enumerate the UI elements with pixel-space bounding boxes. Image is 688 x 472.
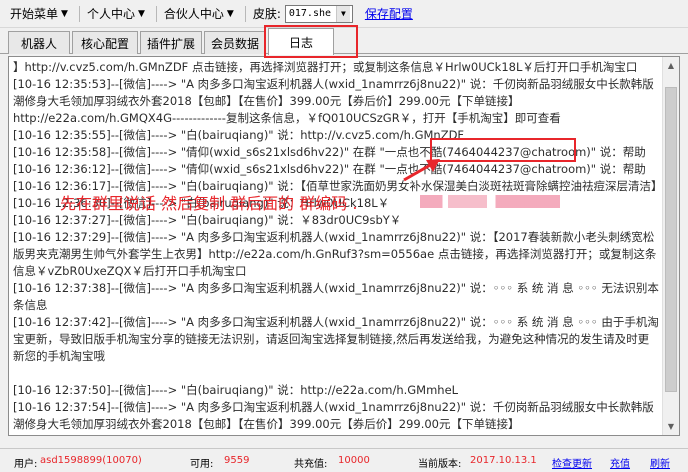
log-line: [10-16 12:37:50]--[微信]----> "白(bairuqian… — [13, 383, 459, 397]
menu-bar: 开始菜单 ▼ 个人中心 ▼ 合伙人中心 ▼ 皮肤: 017.she ▼ 保存配置 — [0, 0, 688, 28]
skin-label: 皮肤: — [252, 7, 281, 21]
chatroom-id-highlight-box — [430, 138, 576, 162]
save-config-link[interactable]: 保存配置 — [365, 5, 413, 22]
log-line: [10-16 12:37:27]--[微信]----> "白(bairuqian… — [13, 213, 402, 227]
redacted-blur — [420, 195, 560, 208]
tab-member-data[interactable]: 会员数据 — [204, 31, 266, 54]
log-line: [10-16 12:37:29]--[微信]----> "A 肉多多口淘宝返利机… — [13, 230, 657, 278]
annotation-arrow-icon — [403, 159, 440, 182]
start-menu-label: 开始菜单 — [10, 7, 59, 21]
available-value: 9559 — [224, 455, 250, 466]
partner-center-menu[interactable]: 合伙人中心 ▼ — [160, 3, 238, 25]
status-bar: 用户: asd1598899(10070) 可用: 9559 共充值: 1000… — [0, 448, 688, 472]
log-line: [10-16 12:37:42]--[微信]----> "A 肉多多口淘宝返利机… — [13, 315, 659, 363]
dropdown-arrow-icon[interactable]: ▼ — [335, 5, 350, 22]
log-line: [10-16 12:37:54]--[微信]----> "A 肉多多口淘宝返利机… — [13, 400, 654, 431]
log-line: [10-16 12:37:38]--[微信]----> "A 肉多多口淘宝返利机… — [13, 281, 659, 312]
available-label: 可用: — [190, 459, 214, 470]
log-line: http://e22a.com/h.GMQX4G-------------复制这… — [13, 111, 561, 125]
check-update-link[interactable]: 检查更新 — [552, 455, 592, 470]
log-line-blank — [13, 365, 659, 382]
skin-select[interactable]: 017.she ▼ — [284, 4, 353, 23]
tab-robot[interactable]: 机器人 — [8, 31, 70, 54]
caret-down-icon: ▼ — [226, 8, 234, 19]
vertical-scrollbar[interactable]: ▲ ▼ — [662, 57, 679, 435]
tab-plugins[interactable]: 插件扩展 — [140, 31, 202, 54]
user-value: asd1598899(10070) — [40, 455, 142, 466]
version-value: 2017.10.13.1 — [470, 455, 537, 466]
user-label: 用户: — [14, 459, 38, 470]
recharge-link[interactable]: 充值 — [610, 455, 630, 470]
scroll-down-icon[interactable]: ▼ — [663, 418, 679, 435]
caret-down-icon: ▼ — [61, 8, 68, 19]
log-text-area[interactable]: 】http://v.cvz5.com/h.GMnZDF 点击链接，再选择浏览器打… — [9, 57, 663, 435]
personal-center-label: 个人中心 — [86, 7, 135, 21]
tab-core-config[interactable]: 核心配置 — [72, 31, 138, 54]
total-recharge-value: 10000 — [338, 455, 370, 466]
tab-bar: 机器人 核心配置 插件扩展 会员数据 日志 — [0, 28, 688, 55]
start-menu[interactable]: 开始菜单 ▼ — [6, 3, 72, 25]
caret-down-icon: ▼ — [137, 8, 145, 19]
partner-center-label: 合伙人中心 — [163, 7, 224, 21]
scroll-up-icon[interactable]: ▲ — [663, 57, 679, 74]
annotation-text: 先在群里说话 然后复制 群后面的 群编码 . — [60, 194, 358, 213]
refresh-link[interactable]: 刷新 — [650, 455, 670, 470]
menu-separator — [155, 5, 157, 22]
log-panel: 】http://v.cvz5.com/h.GMnZDF 点击链接，再选择浏览器打… — [8, 56, 680, 436]
scrollbar-thumb[interactable] — [665, 87, 677, 392]
version-label: 当前版本: — [418, 459, 462, 470]
menu-separator — [244, 5, 246, 22]
log-line: [10-16 12:35:53]--[微信]----> "A 肉多多口淘宝返利机… — [13, 77, 654, 108]
personal-center-menu[interactable]: 个人中心 ▼ — [83, 3, 149, 25]
tab-log[interactable]: 日志 — [268, 28, 334, 55]
skin-select-value: 017.she — [288, 8, 332, 19]
total-recharge-label: 共充值: — [294, 459, 328, 470]
menu-separator — [78, 5, 80, 22]
log-line: 】http://v.cvz5.com/h.GMnZDF 点击链接，再选择浏览器打… — [13, 60, 638, 74]
log-line: [10-16 12:36:12]--[微信]----> "倩仰(wxid_s6s… — [13, 162, 646, 176]
